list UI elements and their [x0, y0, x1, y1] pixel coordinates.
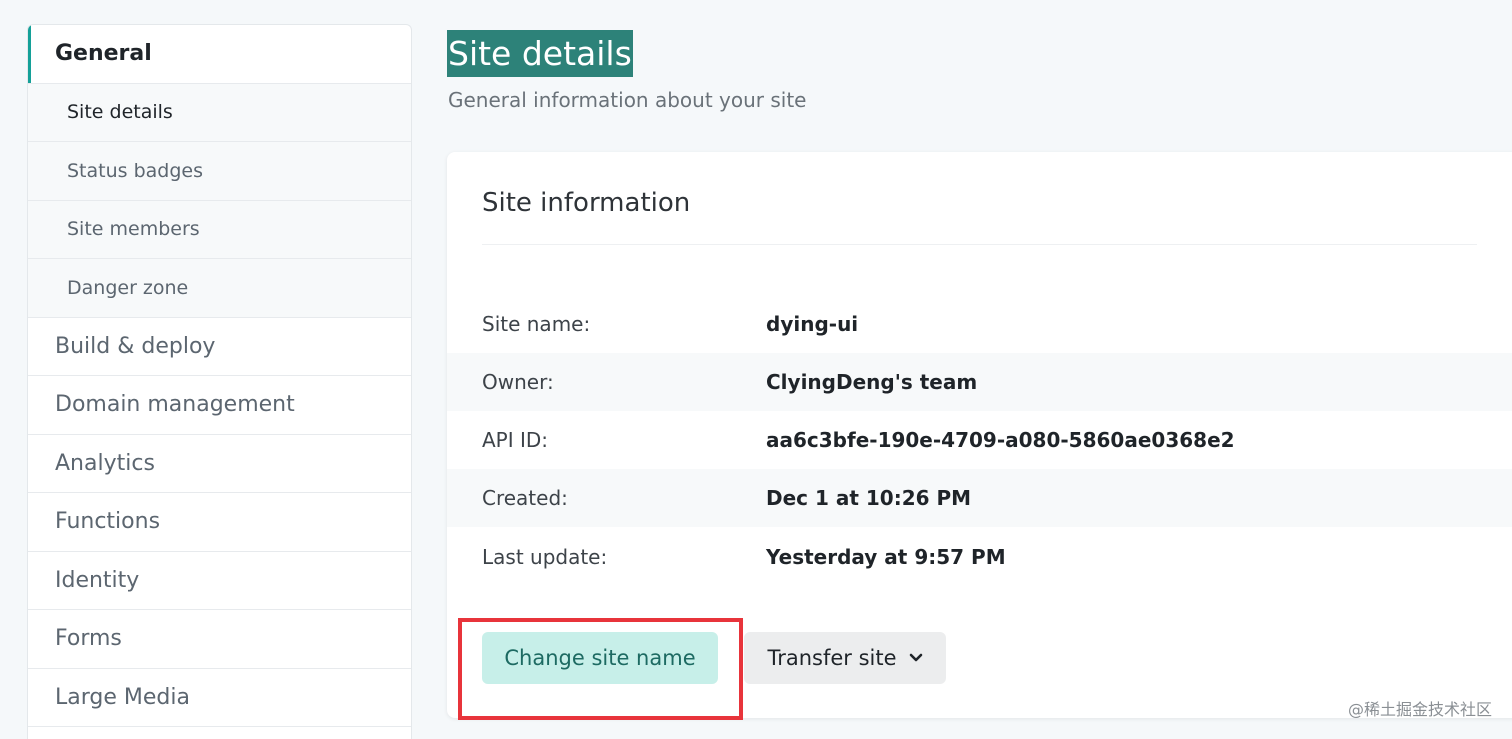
sidebar-item-label: General	[55, 41, 152, 67]
info-row-site-name: Site name: dying-ui	[447, 295, 1512, 353]
info-value: Yesterday at 9:57 PM	[766, 545, 1006, 569]
sidebar-item-label: Forms	[55, 626, 122, 652]
settings-sidebar: General Site details Status badges Site …	[27, 24, 412, 739]
sidebar-item-functions[interactable]: Functions	[28, 493, 411, 552]
sidebar-item-identity[interactable]: Identity	[28, 552, 411, 610]
sidebar-item-build-deploy[interactable]: Build & deploy	[28, 318, 411, 376]
change-site-name-button[interactable]: Change site name	[482, 632, 718, 684]
card-divider	[482, 244, 1477, 245]
sidebar-subitem-label: Site details	[67, 101, 173, 124]
page-title: Site details	[447, 30, 633, 77]
info-row-created: Created: Dec 1 at 10:26 PM	[447, 469, 1512, 527]
sidebar-item-large-media[interactable]: Large Media	[28, 669, 411, 727]
info-row-last-update: Last update: Yesterday at 9:57 PM	[447, 528, 1512, 586]
sidebar-item-general[interactable]: General	[28, 25, 411, 84]
info-label: Owner:	[482, 370, 554, 394]
sidebar-subitem-status-badges[interactable]: Status badges	[28, 142, 411, 201]
sidebar-item-label: Large Media	[55, 684, 190, 710]
sidebar-item-label: Analytics	[55, 450, 155, 476]
info-label: Created:	[482, 486, 568, 510]
info-value: aa6c3bfe-190e-4709-a080-5860ae0368e2	[766, 428, 1235, 452]
sidebar-item-analytics[interactable]: Analytics	[28, 435, 411, 493]
sidebar-item-forms[interactable]: Forms	[28, 610, 411, 669]
info-value: ClyingDeng's team	[766, 370, 978, 394]
sidebar-item-domain-management[interactable]: Domain management	[28, 376, 411, 435]
sidebar-subitem-label: Site members	[67, 218, 200, 241]
info-value: dying-ui	[766, 312, 859, 336]
sidebar-item-label: Functions	[55, 509, 161, 535]
sidebar-subitem-site-members[interactable]: Site members	[28, 200, 411, 259]
info-label: Site name:	[482, 312, 591, 336]
button-label: Transfer site	[767, 646, 897, 670]
sidebar-subitem-danger-zone[interactable]: Danger zone	[28, 259, 411, 318]
site-information-card: Site information Site name: dying-ui Own…	[447, 152, 1512, 718]
card-title: Site information	[482, 188, 691, 218]
info-label: API ID:	[482, 428, 549, 452]
sidebar-item-label: Domain management	[55, 392, 295, 418]
transfer-site-button[interactable]: Transfer site	[744, 632, 946, 684]
info-label: Last update:	[482, 545, 608, 569]
sidebar-subitem-site-details[interactable]: Site details	[28, 83, 411, 142]
info-value: Dec 1 at 10:26 PM	[766, 486, 972, 510]
info-row-owner: Owner: ClyingDeng's team	[447, 353, 1512, 411]
info-row-api-id: API ID: aa6c3bfe-190e-4709-a080-5860ae03…	[447, 411, 1512, 469]
button-label: Change site name	[504, 646, 696, 670]
page-subtitle: General information about your site	[448, 88, 807, 112]
sidebar-item-label: Identity	[55, 567, 140, 593]
chevron-down-icon	[909, 653, 923, 663]
sidebar-subitem-label: Status badges	[67, 159, 203, 182]
sidebar-subitem-label: Danger zone	[67, 276, 189, 299]
sidebar-item-label: Build & deploy	[55, 333, 216, 359]
app-root: General Site details Status badges Site …	[0, 0, 1512, 739]
watermark: @稀土掘金技术社区	[1347, 700, 1492, 719]
